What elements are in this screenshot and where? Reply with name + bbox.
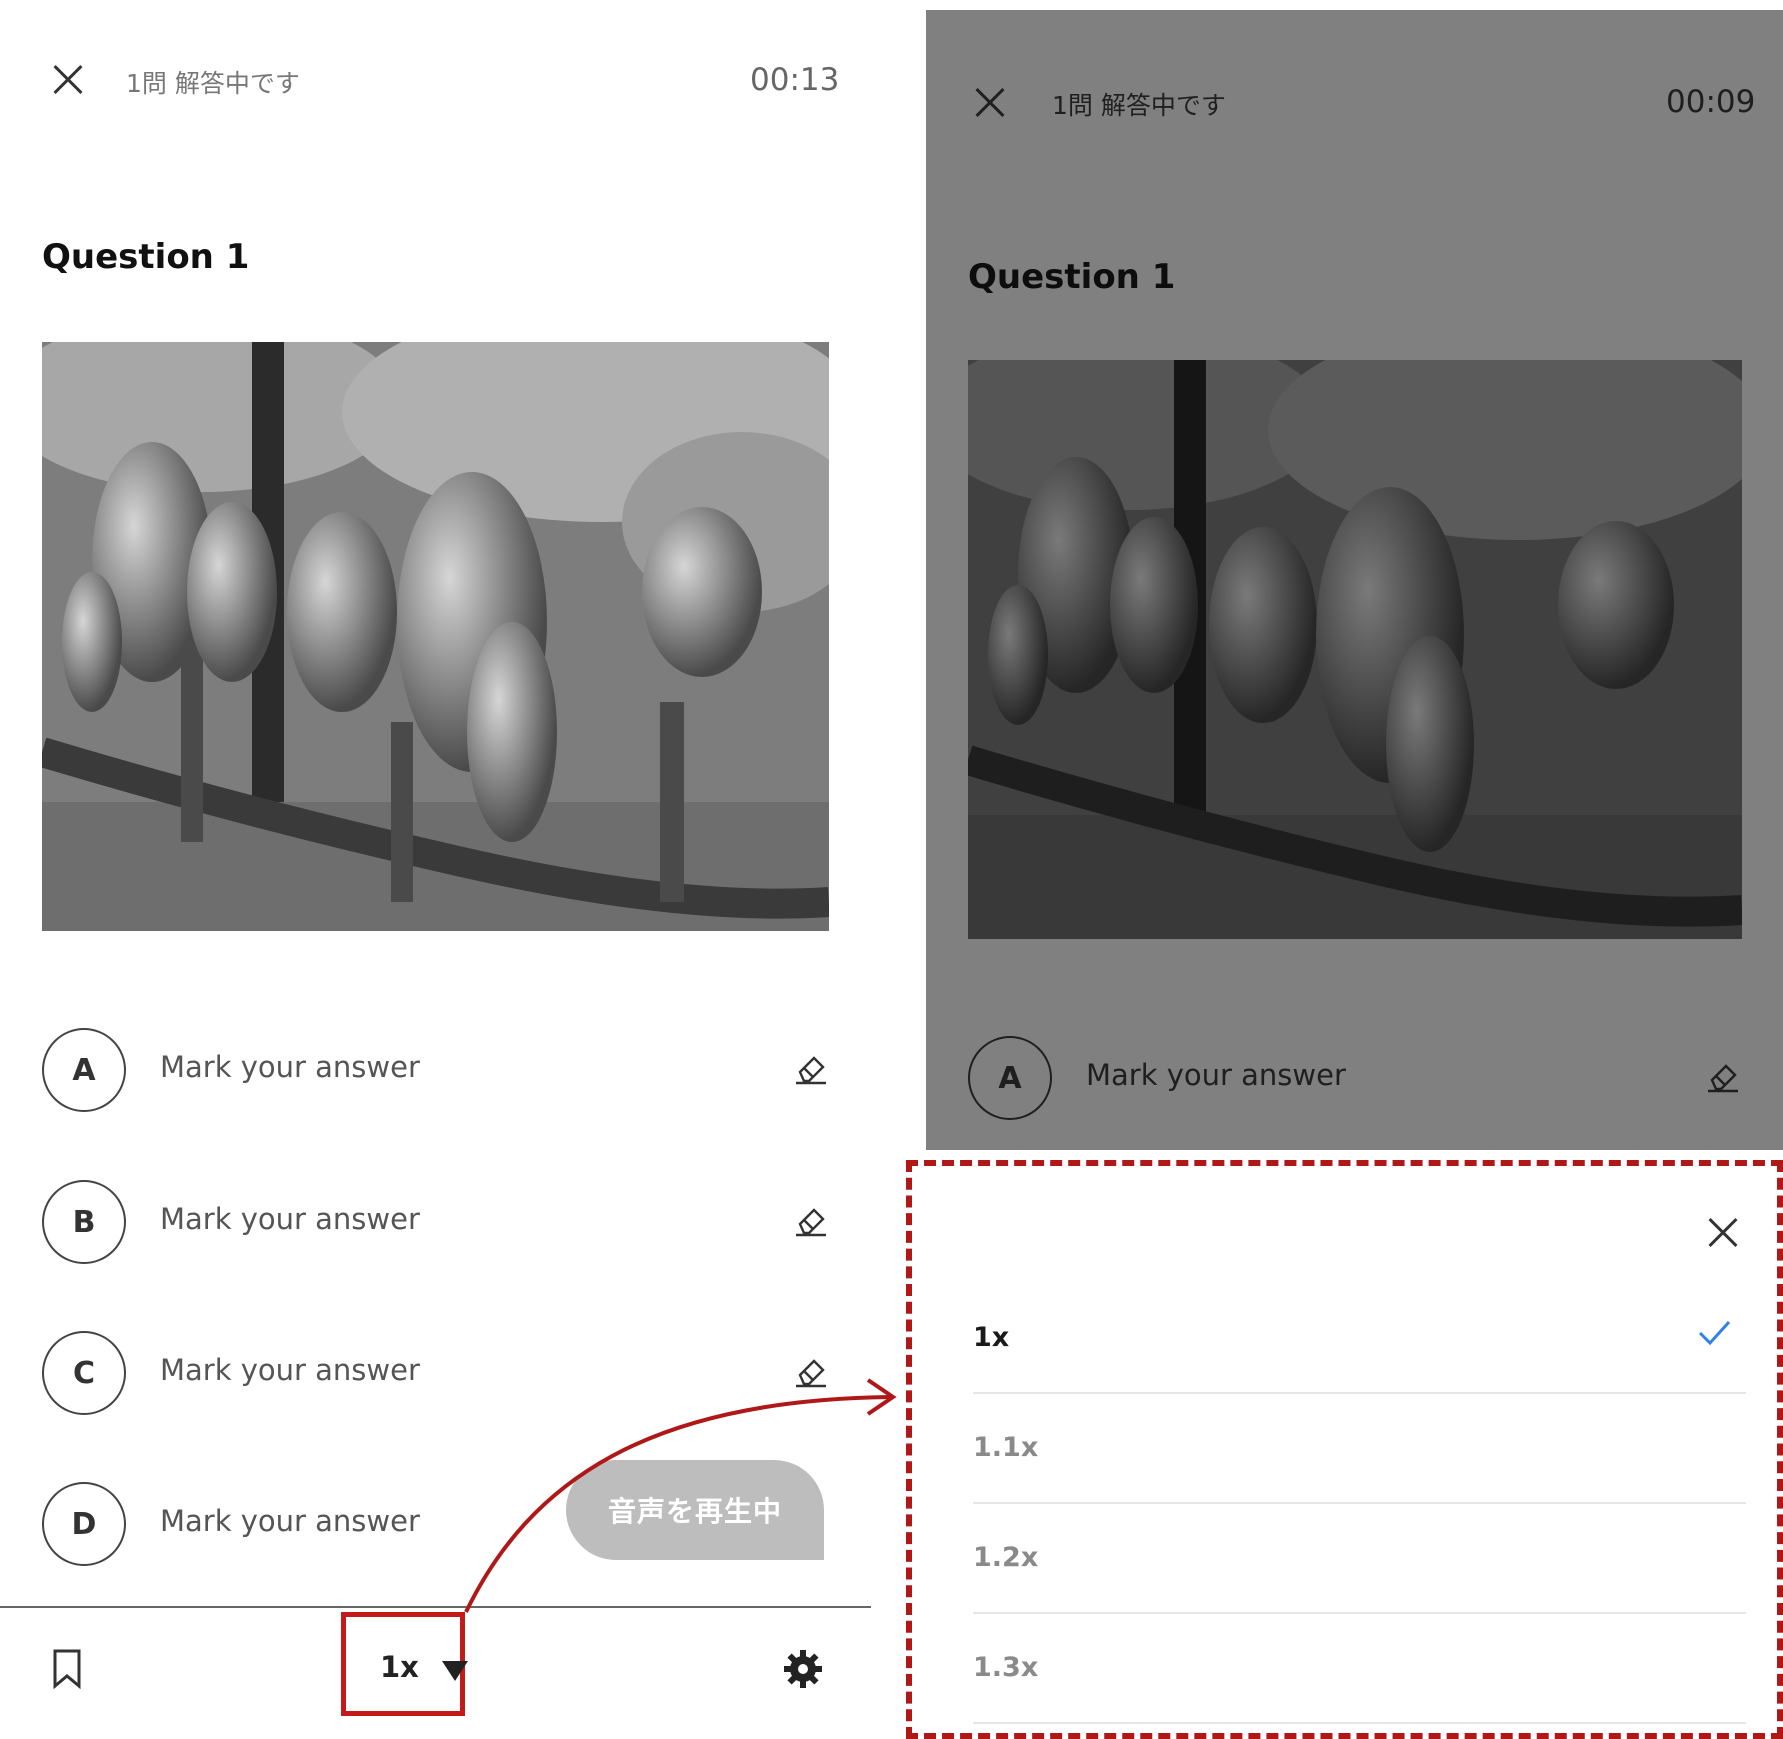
option-letter-a[interactable]: A — [968, 1036, 1052, 1120]
speed-option-1-3x[interactable]: 1.3x — [973, 1616, 1746, 1724]
question-title: Question 1 — [42, 237, 250, 277]
speed-option-label: 1.2x — [973, 1542, 1039, 1573]
check-icon — [1698, 1320, 1731, 1346]
timer: 00:09 — [1666, 84, 1756, 120]
eraser-icon[interactable] — [792, 1353, 830, 1391]
close-icon[interactable] — [52, 63, 84, 95]
question-photo — [42, 342, 829, 931]
bookmark-icon[interactable] — [52, 1648, 82, 1690]
speed-option-1-2x[interactable]: 1.2x — [973, 1506, 1746, 1614]
eraser-icon[interactable] — [1704, 1058, 1742, 1096]
speed-options-sheet: 1x 1.1x 1.2x 1.3x — [906, 1160, 1783, 1739]
close-sheet-icon[interactable] — [1707, 1216, 1739, 1248]
speed-option-label: 1.1x — [973, 1432, 1039, 1463]
speed-option-label: 1.3x — [973, 1652, 1039, 1683]
answer-option-a[interactable]: A Mark your answer — [968, 1036, 1738, 1120]
question-title: Question 1 — [968, 257, 1176, 297]
option-letter-b[interactable]: B — [42, 1180, 126, 1264]
grapes-image — [968, 360, 1742, 939]
answer-status: 1問 解答中です — [1052, 91, 1226, 120]
eraser-icon[interactable] — [792, 1202, 830, 1240]
quiz-screen-left: 1問 解答中です 00:13 Question 1 A Mark your an… — [0, 0, 871, 1739]
playback-speed-label[interactable]: 1x — [380, 1650, 419, 1684]
bottom-bar-divider — [0, 1606, 871, 1608]
close-icon[interactable] — [974, 86, 1006, 118]
grapes-image — [42, 342, 829, 931]
timer: 00:13 — [750, 62, 840, 98]
speed-option-1x[interactable]: 1x — [973, 1286, 1746, 1394]
option-text-a: Mark your answer — [160, 1050, 420, 1084]
eraser-icon[interactable] — [792, 1050, 830, 1088]
answer-option-b[interactable]: B Mark your answer — [42, 1180, 832, 1264]
option-text-b: Mark your answer — [160, 1202, 420, 1236]
option-text-d: Mark your answer — [160, 1504, 420, 1538]
answer-option-c[interactable]: C Mark your answer — [42, 1331, 832, 1415]
option-letter-c[interactable]: C — [42, 1331, 126, 1415]
quiz-screen-right-dimmed: 1問 解答中です 00:09 Question 1 A Mark your an… — [926, 10, 1783, 1150]
gear-icon[interactable] — [782, 1648, 824, 1690]
question-photo — [968, 360, 1742, 939]
option-letter-a[interactable]: A — [42, 1028, 126, 1112]
answer-option-a[interactable]: A Mark your answer — [42, 1028, 832, 1112]
audio-playing-button[interactable]: 音声を再生中 — [566, 1460, 824, 1560]
speed-option-1-1x[interactable]: 1.1x — [973, 1396, 1746, 1504]
answer-status: 1問 解答中です — [126, 69, 300, 98]
option-text-a: Mark your answer — [1086, 1058, 1346, 1092]
speed-option-label: 1x — [973, 1322, 1010, 1353]
chevron-down-icon[interactable] — [442, 1661, 468, 1681]
option-letter-d[interactable]: D — [42, 1482, 126, 1566]
option-text-c: Mark your answer — [160, 1353, 420, 1387]
